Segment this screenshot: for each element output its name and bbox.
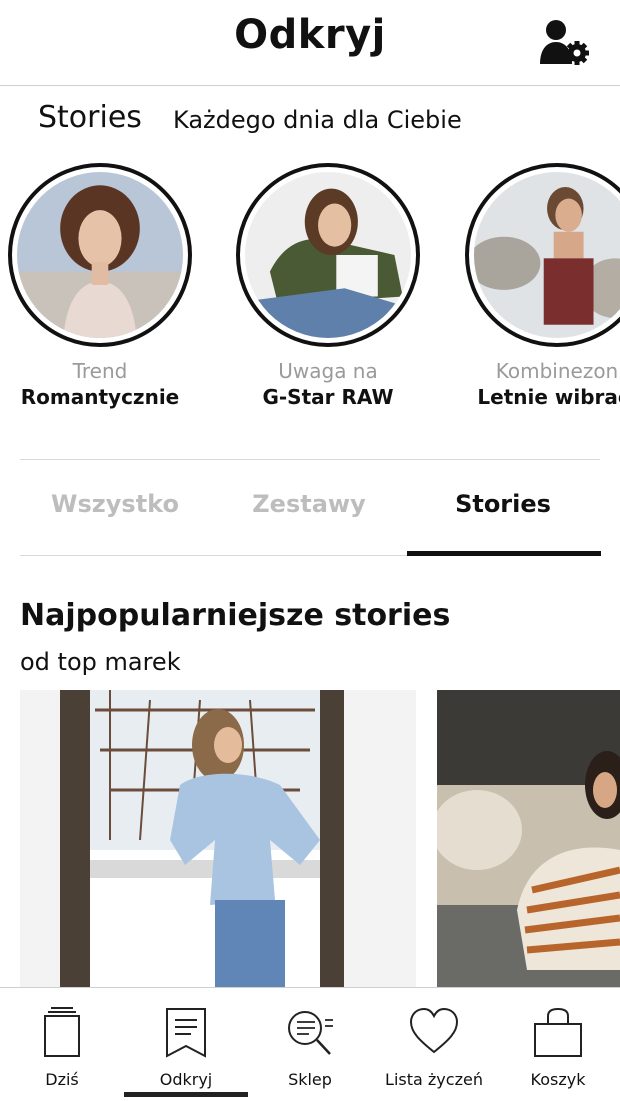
story-card-image bbox=[20, 690, 416, 990]
story-kicker: Kombinezon bbox=[495, 359, 619, 383]
nav-item-shop[interactable]: Sklep bbox=[248, 988, 372, 1101]
stories-section-title: Stories bbox=[38, 100, 142, 135]
nav-label: Lista życzeń bbox=[385, 1070, 483, 1089]
story-item-gstar[interactable]: Uwaga na G-Star RAW bbox=[233, 163, 423, 409]
story-image bbox=[17, 172, 183, 338]
bottom-navigation: Dziś Odkryj Sklep Lista życzeń Koszyk bbox=[0, 987, 620, 1101]
story-ring bbox=[8, 163, 192, 347]
story-ring bbox=[465, 163, 620, 347]
story-kicker: Uwaga na bbox=[278, 359, 378, 383]
active-tab-indicator bbox=[407, 551, 601, 556]
story-image bbox=[474, 172, 620, 338]
tab-stories[interactable]: Stories bbox=[408, 490, 598, 518]
story-image bbox=[245, 172, 411, 338]
heart-icon bbox=[409, 1007, 459, 1054]
story-name: G-Star RAW bbox=[262, 385, 394, 409]
nav-label: Koszyk bbox=[530, 1070, 586, 1089]
story-card[interactable] bbox=[20, 690, 416, 990]
nav-item-discover[interactable]: Odkryj bbox=[124, 988, 248, 1101]
nav-label: Sklep bbox=[288, 1070, 332, 1089]
bookmark-icon bbox=[166, 1008, 206, 1058]
search-list-icon bbox=[288, 1011, 333, 1055]
today-stack-icon bbox=[44, 1007, 80, 1057]
story-ring bbox=[236, 163, 420, 347]
story-item-romantic[interactable]: Trend Romantycznie bbox=[5, 163, 195, 409]
app-header: Odkryj bbox=[0, 0, 620, 86]
nav-item-cart[interactable]: Koszyk bbox=[496, 988, 620, 1101]
divider bbox=[20, 459, 600, 460]
story-card[interactable] bbox=[437, 690, 620, 990]
nav-label: Odkryj bbox=[159, 1070, 213, 1089]
shopping-bag-icon bbox=[534, 1007, 582, 1057]
active-nav-indicator bbox=[124, 1092, 248, 1097]
story-kicker: Trend bbox=[72, 359, 128, 383]
stories-section-subtitle: Każdego dnia dla Ciebie bbox=[173, 106, 462, 134]
story-item-jumpsuit[interactable]: Kombinezon Letnie wibracj bbox=[462, 163, 620, 409]
nav-item-today[interactable]: Dziś bbox=[0, 988, 124, 1101]
popular-title: Najpopularniejsze stories bbox=[20, 598, 451, 633]
user-settings-icon bbox=[540, 20, 589, 65]
page-title: Odkryj bbox=[234, 12, 386, 58]
story-name: Romantycznie bbox=[20, 385, 180, 409]
tab-outfits[interactable]: Zestawy bbox=[214, 490, 404, 518]
tab-all[interactable]: Wszystko bbox=[20, 490, 210, 518]
story-card-image bbox=[437, 690, 620, 990]
story-name: Letnie wibracj bbox=[477, 385, 620, 409]
profile-settings-button[interactable] bbox=[538, 18, 592, 66]
nav-item-wishlist[interactable]: Lista życzeń bbox=[372, 988, 496, 1101]
nav-label: Dziś bbox=[45, 1070, 79, 1089]
popular-subtitle: od top marek bbox=[20, 648, 181, 676]
